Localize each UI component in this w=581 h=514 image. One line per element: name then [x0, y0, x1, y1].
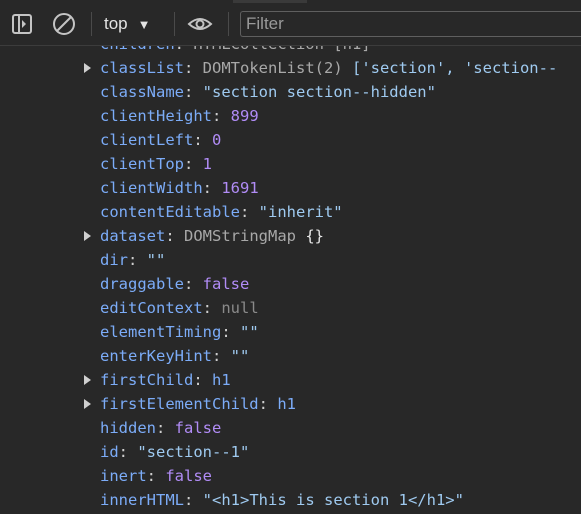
property-key: draggable: [100, 275, 184, 293]
property-key: clientLeft: [100, 131, 194, 149]
property-line: firstChild: h1: [100, 371, 231, 389]
property-value: "": [240, 323, 259, 341]
property-line: dataset: DOMStringMap {}: [100, 227, 324, 245]
property-value: h1: [212, 371, 231, 389]
property-key: enterKeyHint: [100, 347, 212, 365]
filter-input[interactable]: [240, 11, 581, 37]
property-value: "<h1>This is section 1</h1>": [202, 491, 464, 509]
property-line: contentEditable: "inherit": [100, 203, 343, 221]
eye-icon[interactable]: [186, 10, 214, 38]
property-line: inert: false: [100, 467, 213, 485]
property-key: firstElementChild: [100, 395, 259, 413]
property-key: clientTop: [100, 155, 184, 173]
property-line: children: HTMLCollection [h1]: [100, 46, 371, 56]
toolbar-divider: [91, 12, 92, 36]
property-line: enterKeyHint: "": [100, 347, 250, 365]
property-value: h1: [277, 395, 296, 413]
property-line: clientLeft: 0: [100, 131, 222, 149]
property-line: className: "section section--hidden": [100, 83, 436, 101]
toolbar-divider: [174, 12, 175, 36]
property-value: false: [174, 419, 222, 437]
property-key: dir: [100, 251, 128, 269]
tab-indicator: [233, 0, 307, 3]
property-value: "": [230, 347, 250, 365]
property-value: HTMLCollection [h1]: [193, 46, 370, 53]
property-line: innerHTML: "<h1>This is section 1</h1>": [100, 491, 464, 509]
property-key: classList: [100, 59, 184, 77]
property-value: 899: [230, 107, 259, 125]
clear-console-icon[interactable]: [50, 10, 78, 38]
property-key: clientWidth: [100, 179, 203, 197]
console-toolbar: top ▼: [0, 0, 581, 46]
property-value: null: [221, 299, 259, 317]
property-type: DOMStringMap: [184, 227, 306, 245]
property-value: "inherit": [258, 203, 343, 221]
property-line: elementTiming: "": [100, 323, 259, 341]
property-key: elementTiming: [100, 323, 222, 341]
property-key: dataset: [100, 227, 166, 245]
property-value: "": [146, 251, 166, 269]
chevron-down-icon: ▼: [137, 16, 151, 32]
expand-arrow-icon[interactable]: [84, 231, 91, 241]
property-list: children: HTMLCollection [h1] classList: …: [0, 46, 581, 514]
expand-arrow-icon[interactable]: [84, 375, 91, 385]
property-key: innerHTML: [100, 491, 184, 509]
property-key: className: [100, 83, 184, 101]
context-label: top: [104, 14, 128, 33]
property-value: "section section--hidden": [202, 83, 436, 101]
property-key: inert: [100, 467, 147, 485]
expand-arrow-icon[interactable]: [84, 63, 91, 73]
toolbar-divider: [228, 12, 229, 36]
property-key: editContext: [100, 299, 203, 317]
property-value: ['section', 'section--: [351, 59, 558, 77]
property-key: clientHeight: [100, 107, 212, 125]
property-value: 0: [212, 131, 222, 149]
property-value: false: [202, 275, 250, 293]
show-sidebar-icon[interactable]: [8, 10, 36, 38]
property-line: editContext: null: [100, 299, 259, 317]
property-line: firstElementChild: h1: [100, 395, 296, 413]
property-line: clientTop: 1: [100, 155, 213, 173]
property-type: DOMTokenList(2): [202, 59, 352, 77]
property-value: false: [165, 467, 213, 485]
property-line: draggable: false: [100, 275, 250, 293]
property-value: {}: [305, 227, 324, 245]
property-key: firstChild: [100, 371, 194, 389]
property-key: children: [100, 46, 175, 53]
property-line: id: "section--1": [100, 443, 250, 461]
property-key: hidden: [100, 419, 156, 437]
context-selector[interactable]: top ▼: [104, 10, 151, 38]
property-key: contentEditable: [100, 203, 240, 221]
expand-arrow-icon[interactable]: [84, 399, 91, 409]
property-value: 1: [202, 155, 213, 173]
property-line: clientHeight: 899: [100, 107, 259, 125]
property-value: 1691: [221, 179, 259, 197]
property-line: dir: "": [100, 251, 166, 269]
property-line: classList: DOMTokenList(2) ['section', '…: [100, 59, 558, 77]
property-line: clientWidth: 1691: [100, 179, 259, 197]
property-value: "section--1": [137, 443, 250, 461]
property-key: id: [100, 443, 119, 461]
property-line: hidden: false: [100, 419, 222, 437]
